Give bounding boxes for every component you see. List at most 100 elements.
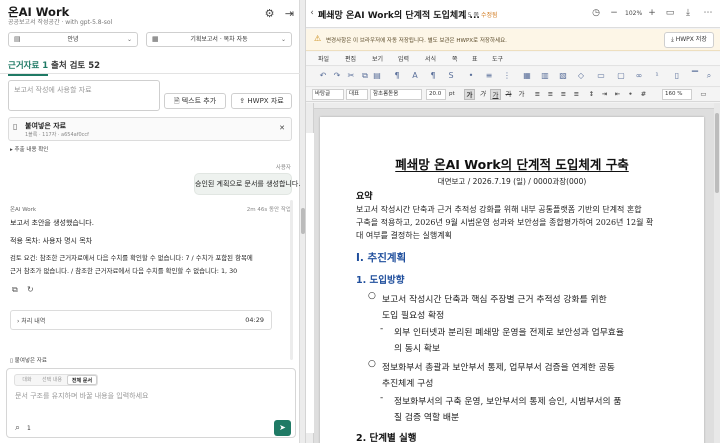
download-icon[interactable]: ⤓ xyxy=(682,8,694,18)
page-info: 1 / 5 쪽 xyxy=(458,12,479,19)
menu-table[interactable]: 표 xyxy=(472,54,478,63)
header-icon[interactable]: ▔ xyxy=(690,71,700,80)
composer-input[interactable]: 문서 구조를 유지하며 바꿀 내용을 입력하세요 xyxy=(15,391,149,401)
strikethrough-button[interactable]: 가 xyxy=(503,89,514,100)
app-subtitle: 공공보고서 작성공간 · with gpt-5.8-sol xyxy=(8,19,113,26)
composer-attachment-tag[interactable]: ▯ 붙여넣은 자료 xyxy=(10,356,47,364)
scope-selection[interactable]: 선택 내용 xyxy=(38,375,66,385)
logout-icon[interactable]: ⇥ xyxy=(283,7,296,20)
footnote-icon[interactable]: ¹ xyxy=(652,71,662,80)
menu-tools[interactable]: 도구 xyxy=(492,54,503,63)
font-size-input[interactable]: 20.0 xyxy=(426,89,446,100)
page-setup-icon[interactable]: ▯ xyxy=(672,71,682,80)
bullet-list-icon[interactable]: • xyxy=(625,89,636,100)
align-right-icon[interactable]: ≡ xyxy=(558,89,569,100)
paperclip-icon[interactable]: ⌕ xyxy=(15,423,20,433)
bold-button[interactable]: 가 xyxy=(464,89,475,100)
summary-heading: 요약 xyxy=(356,192,373,202)
outline-icon[interactable]: ⋮ xyxy=(502,71,512,80)
number-list-icon[interactable]: ≡ xyxy=(484,71,494,80)
format-painter-icon[interactable]: ¶ xyxy=(392,71,402,80)
settings-gear-icon[interactable]: ⚙ xyxy=(263,7,276,20)
chart-icon[interactable]: ▥ xyxy=(540,71,550,80)
find-icon[interactable]: ⌕ xyxy=(704,71,714,81)
menu-edit[interactable]: 편집 xyxy=(345,54,356,63)
editor-header: ‹ 폐쇄망 온AI Work의 단계적 도입체계 ... 1 / 5 쪽 수정됨… xyxy=(306,0,720,28)
italic-button[interactable]: 가 xyxy=(477,89,488,100)
menu-page[interactable]: 쪽 xyxy=(452,54,458,63)
attached-source-card[interactable]: ▯ 붙여넣은 자료 1블록 · 117자 · a654af0ccf ✕ xyxy=(8,117,292,141)
bullet-line: 도입 필요성 확정 xyxy=(382,311,445,321)
tab-source-review[interactable]: 출처 검토 52 xyxy=(51,59,100,71)
comment-icon[interactable]: ▢ xyxy=(616,71,626,80)
template-select[interactable]: ▦ 기획보고서 · 목차 자동 ⌄ xyxy=(146,32,292,47)
copy-icon[interactable]: ⧉ xyxy=(12,285,18,295)
menu-view[interactable]: 보기 xyxy=(372,54,383,63)
zoom-out-icon[interactable]: − xyxy=(608,8,620,18)
bullet-line: 정보화부서의 구축 운영, 보안부서의 통제 승인, 시범부서의 품 xyxy=(394,397,622,407)
table-icon[interactable]: ▦ xyxy=(522,71,532,80)
indent-icon[interactable]: ⇥ xyxy=(599,89,610,100)
page-view-icon[interactable]: ▭ xyxy=(698,89,709,100)
redo-icon[interactable]: ↷ xyxy=(332,71,342,80)
history-clock-icon[interactable]: ◷ xyxy=(590,8,602,18)
link-icon[interactable]: ∞ xyxy=(634,71,644,80)
more-icon[interactable]: ⋯ xyxy=(702,8,714,18)
document-page[interactable]: 폐쇄망 온AI Work의 단계적 도입체계 구축 대면보고 / 2026.7.… xyxy=(320,117,704,443)
open-folder-icon[interactable]: ▭ xyxy=(664,8,676,18)
language-select[interactable]: 대표 xyxy=(346,89,368,100)
outdent-icon[interactable]: ⇤ xyxy=(612,89,623,100)
menu-file[interactable]: 파일 xyxy=(318,54,329,63)
process-history[interactable]: › 처리 내역 04:29 xyxy=(10,310,272,330)
evidence-textarea[interactable]: 보고서 작성에 사용할 자료 xyxy=(8,80,160,111)
menu-insert[interactable]: 입력 xyxy=(398,54,409,63)
char-shape-icon[interactable]: A xyxy=(410,71,420,80)
chevron-down-icon: ⌄ xyxy=(126,36,132,43)
scope-whole-document[interactable]: 전체 문서 xyxy=(67,375,97,385)
scope-chat[interactable]: 대화 xyxy=(17,375,37,385)
bullet-marker: ○ xyxy=(368,291,376,301)
copy-icon[interactable]: ⧉ xyxy=(360,71,370,81)
bullet-marker: - xyxy=(380,324,384,334)
font-size-unit: pt xyxy=(449,91,455,97)
vertical-ruler xyxy=(306,103,314,443)
resizer-grip-icon xyxy=(301,208,305,234)
numbered-list-icon[interactable]: # xyxy=(638,89,649,100)
tone-select[interactable]: ▤ 안녕 ⌄ xyxy=(8,32,138,47)
send-button[interactable]: ➤ xyxy=(274,420,291,436)
modified-badge: 수정됨 xyxy=(481,12,498,19)
chat-scrollbar[interactable] xyxy=(290,200,293,360)
remove-close-icon[interactable]: ✕ xyxy=(279,124,285,132)
line-spacing-icon[interactable]: ↕ xyxy=(586,89,597,100)
bullet-line: 질 검증 역할 배분 xyxy=(394,413,460,423)
summary-line: 구축을 적용하고, 2026년 9월 시범운영 성과와 보안성을 종합평가하여 … xyxy=(356,218,654,227)
document-title: 폐쇄망 온AI Work의 단계적 도입체계 ... xyxy=(318,11,480,21)
shape-icon[interactable]: ◇ xyxy=(576,71,586,80)
cut-icon[interactable]: ✂ xyxy=(346,71,356,80)
add-text-button[interactable]: 🗎 텍스트 추가 xyxy=(164,93,226,109)
image-icon[interactable]: ▧ xyxy=(558,71,568,80)
zoom-select[interactable]: 160 % xyxy=(662,89,692,100)
collapse-chevron-icon[interactable]: ‹ xyxy=(306,8,318,18)
save-hwpx-button[interactable]: ⤓ HWPX 저장 xyxy=(664,32,714,48)
superscript-button[interactable]: 가 xyxy=(516,89,527,100)
paragraph-style-select[interactable]: 바탕글 xyxy=(312,89,344,100)
retry-icon[interactable]: ↻ xyxy=(27,285,34,294)
menu-format[interactable]: 서식 xyxy=(425,54,436,63)
align-left-icon[interactable]: ≡ xyxy=(532,89,543,100)
underline-button[interactable]: 가 xyxy=(490,89,501,100)
style-icon[interactable]: S xyxy=(446,71,456,80)
file-icon: ▯ xyxy=(13,122,18,131)
bullet-list-icon[interactable]: • xyxy=(466,71,476,80)
para-shape-icon[interactable]: ¶ xyxy=(428,71,438,80)
align-center-icon[interactable]: ≡ xyxy=(545,89,556,100)
undo-icon[interactable]: ↶ xyxy=(318,71,328,80)
paste-icon[interactable]: ▤ xyxy=(372,71,382,80)
zoom-in-icon[interactable]: + xyxy=(646,8,658,18)
extract-toggle[interactable]: ▸ 추출 내용 확인 xyxy=(10,145,48,153)
hwpx-upload-button[interactable]: ⇪ HWPX 자료 xyxy=(231,93,292,109)
document-scrollbar[interactable] xyxy=(714,103,720,443)
textbox-icon[interactable]: ▭ xyxy=(596,71,606,80)
justify-icon[interactable]: ≡ xyxy=(571,89,582,100)
font-select[interactable]: 함초롬돋움 xyxy=(370,89,422,100)
